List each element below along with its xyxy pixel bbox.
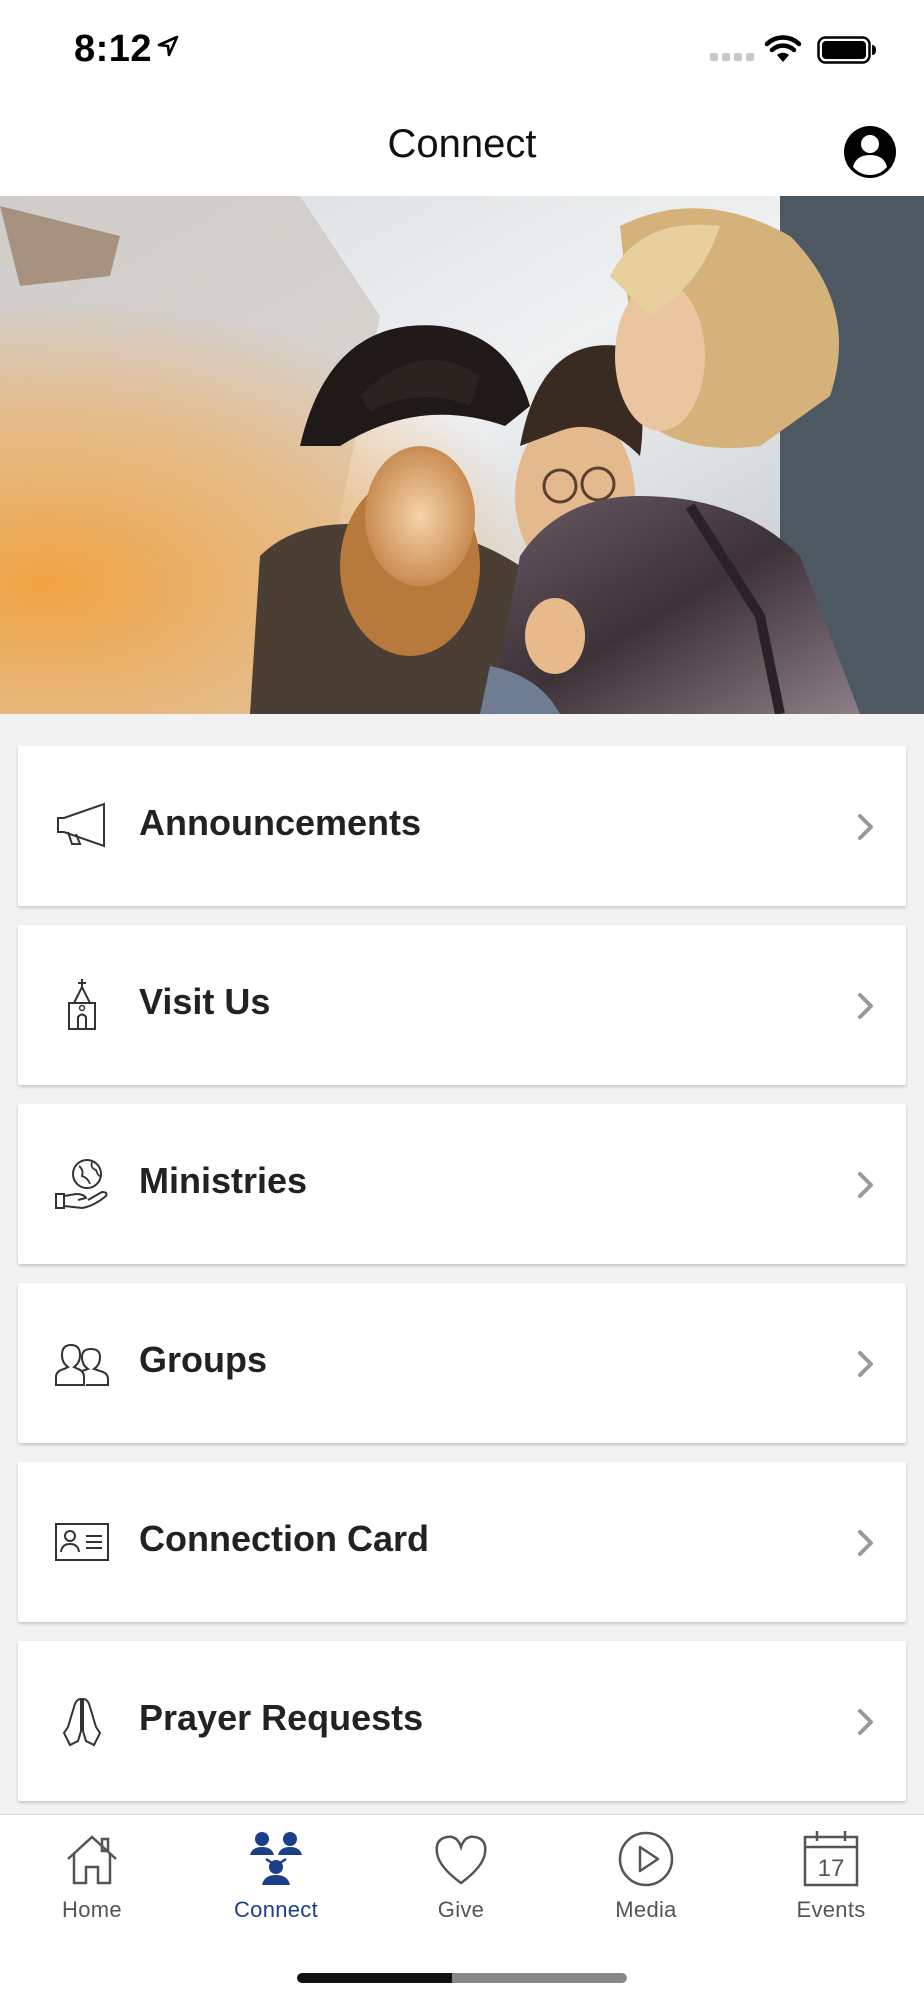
nav-bar: Connect — [0, 100, 924, 196]
tab-label: Home — [62, 1897, 122, 1922]
hero-photo — [0, 196, 924, 714]
menu-item-groups[interactable]: Groups — [18, 1283, 906, 1443]
menu-item-label: Visit Us — [139, 981, 271, 1022]
profile-icon[interactable] — [842, 124, 898, 180]
battery-icon — [817, 36, 876, 64]
menu-item-label: Prayer Requests — [139, 1697, 424, 1738]
tab-label: Media — [615, 1897, 677, 1922]
globe-hand-icon — [55, 1159, 108, 1210]
tab-bar: Home Connect Give Media 17 Events — [0, 1814, 924, 2000]
menu-item-ministries[interactable]: Ministries — [18, 1104, 906, 1264]
chevron-right-icon — [858, 993, 873, 1019]
tab-connect[interactable]: Connect — [184, 1815, 368, 1935]
chevron-right-icon — [858, 1172, 873, 1198]
chevron-right-icon — [858, 1530, 873, 1556]
menu-item-prayer-requests[interactable]: Prayer Requests — [18, 1641, 906, 1801]
menu-item-connection-card[interactable]: Connection Card — [18, 1462, 906, 1622]
menu-item-label: Connection Card — [139, 1518, 430, 1559]
praying-hands-icon — [62, 1697, 102, 1747]
connect-icon — [250, 1832, 302, 1885]
tab-home[interactable]: Home — [0, 1815, 184, 1935]
play-icon — [618, 1831, 674, 1887]
people-icon — [55, 1343, 109, 1386]
chevron-right-icon — [858, 1709, 873, 1735]
menu-item-label: Announcements — [139, 802, 422, 843]
location-arrow-icon — [157, 35, 179, 57]
signal-icon — [710, 53, 754, 61]
tab-label: Give — [437, 1897, 485, 1922]
church-icon — [68, 979, 96, 1030]
tab-media[interactable]: Media — [554, 1815, 738, 1935]
tab-label: Connect — [233, 1897, 319, 1922]
home-icon — [67, 1835, 117, 1885]
page-title: Connect — [387, 122, 537, 166]
calendar-day: 17 — [818, 1855, 845, 1882]
tab-events[interactable]: 17 Events — [739, 1815, 923, 1935]
wifi-icon — [764, 35, 802, 62]
status-time: 8:12 — [74, 28, 153, 70]
menu-list: Announcements Visit Us Ministries Groups… — [18, 746, 906, 1820]
chevron-right-icon — [858, 1351, 873, 1377]
status-bar: 8:12 — [0, 0, 924, 100]
megaphone-icon — [57, 802, 105, 848]
tab-give[interactable]: Give — [369, 1815, 553, 1935]
tab-label: Events — [796, 1897, 866, 1922]
calendar-icon: 17 — [803, 1831, 859, 1887]
home-indicator[interactable] — [297, 1973, 627, 1983]
id-card-icon — [55, 1523, 109, 1561]
menu-item-announcements[interactable]: Announcements — [18, 746, 906, 906]
heart-icon — [435, 1835, 487, 1885]
menu-item-visit-us[interactable]: Visit Us — [18, 925, 906, 1085]
chevron-right-icon — [858, 814, 873, 840]
menu-item-label: Ministries — [139, 1160, 308, 1201]
menu-item-label: Groups — [139, 1339, 268, 1380]
